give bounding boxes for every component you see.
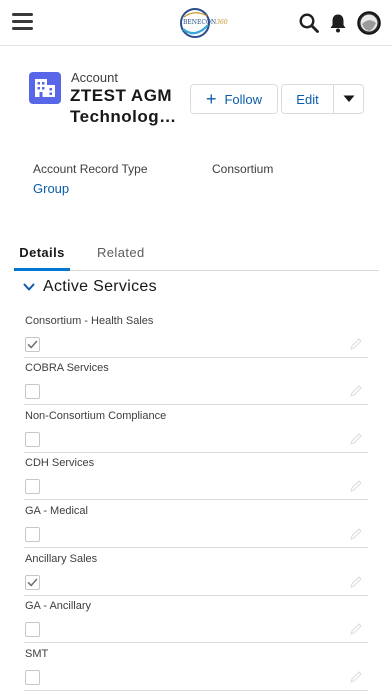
section-title: Active Services — [43, 278, 157, 295]
record-name: ZTEST AGM Technolog… — [70, 85, 185, 127]
hamburger-menu-icon[interactable] — [12, 13, 33, 30]
service-label: CDH Services — [25, 457, 95, 469]
active-services-section-toggle[interactable]: Active Services — [22, 277, 157, 297]
top-bar: BENECON360 — [0, 0, 392, 46]
pencil-icon[interactable] — [350, 528, 362, 540]
checkmark-icon — [27, 578, 38, 587]
service-checkbox[interactable] — [25, 479, 40, 494]
service-label: GA - Medical — [25, 505, 88, 517]
service-row-cdh-services: CDH Services — [24, 453, 368, 500]
pencil-icon[interactable] — [350, 671, 362, 683]
service-label: COBRA Services — [25, 362, 109, 374]
pencil-icon[interactable] — [350, 480, 362, 492]
edit-button[interactable]: Edit — [281, 84, 334, 114]
pencil-icon[interactable] — [350, 338, 362, 350]
service-row-ancillary-sales: Ancillary Sales — [24, 549, 368, 596]
service-checkbox[interactable] — [25, 384, 40, 399]
record-name-line-1: ZTEST AGM — [70, 86, 173, 105]
service-label: GA - Ancillary — [25, 600, 92, 612]
service-checkbox[interactable] — [25, 670, 40, 685]
avatar[interactable] — [357, 11, 381, 35]
object-label: Account — [71, 70, 118, 85]
tab-details[interactable]: Details — [14, 245, 70, 271]
service-label: Consortium - Health Sales — [25, 315, 154, 327]
consortium-label: Consortium — [212, 162, 274, 176]
pencil-icon[interactable] — [350, 576, 362, 588]
service-label: Non-Consortium Compliance — [25, 410, 167, 422]
service-checkbox[interactable] — [25, 337, 40, 352]
chevron-down-icon — [23, 283, 35, 291]
account-record-type-value[interactable]: Group — [33, 181, 69, 196]
service-row-ga-medical: GA - Medical — [24, 501, 368, 548]
service-checkbox[interactable] — [25, 527, 40, 542]
tab-related[interactable]: Related — [97, 245, 145, 260]
service-label: Ancillary Sales — [25, 553, 98, 565]
search-icon[interactable] — [298, 12, 320, 34]
service-row-ga-ancillary: GA - Ancillary — [24, 596, 368, 643]
service-checkbox[interactable] — [25, 432, 40, 447]
service-row-non-consortium-compliance: Non-Consortium Compliance — [24, 406, 368, 453]
service-checkbox[interactable] — [25, 575, 40, 590]
pencil-icon[interactable] — [350, 385, 362, 397]
edit-button-label: Edit — [296, 91, 319, 107]
checkmark-icon — [27, 340, 38, 349]
follow-button-label: Follow — [224, 91, 263, 107]
building-icon — [29, 72, 61, 104]
service-label: SMT — [25, 648, 49, 660]
pencil-icon[interactable] — [350, 433, 362, 445]
record-name-line-2: Technolog… — [70, 107, 177, 126]
service-row-consortium-health-sales: Consortium - Health Sales — [24, 311, 368, 358]
service-row-smt: SMT — [24, 644, 368, 691]
service-checkbox[interactable] — [25, 622, 40, 637]
service-row-cobra-services: COBRA Services — [24, 358, 368, 405]
pencil-icon[interactable] — [350, 623, 362, 635]
record-header: Account ZTEST AGM Technolog… + Follow Ed… — [0, 66, 392, 136]
record-tabs: Details Related — [14, 234, 379, 271]
app-logo[interactable]: BENECON360 — [175, 7, 228, 39]
plus-icon: + — [205, 89, 217, 109]
follow-button[interactable]: + Follow — [190, 84, 278, 114]
chevron-down-icon — [343, 95, 354, 102]
more-actions-button[interactable] — [333, 84, 364, 114]
logo-wordmark: BENECON360 — [183, 19, 228, 26]
account-record-type-label: Account Record Type — [33, 162, 148, 176]
bell-icon[interactable] — [327, 12, 349, 34]
